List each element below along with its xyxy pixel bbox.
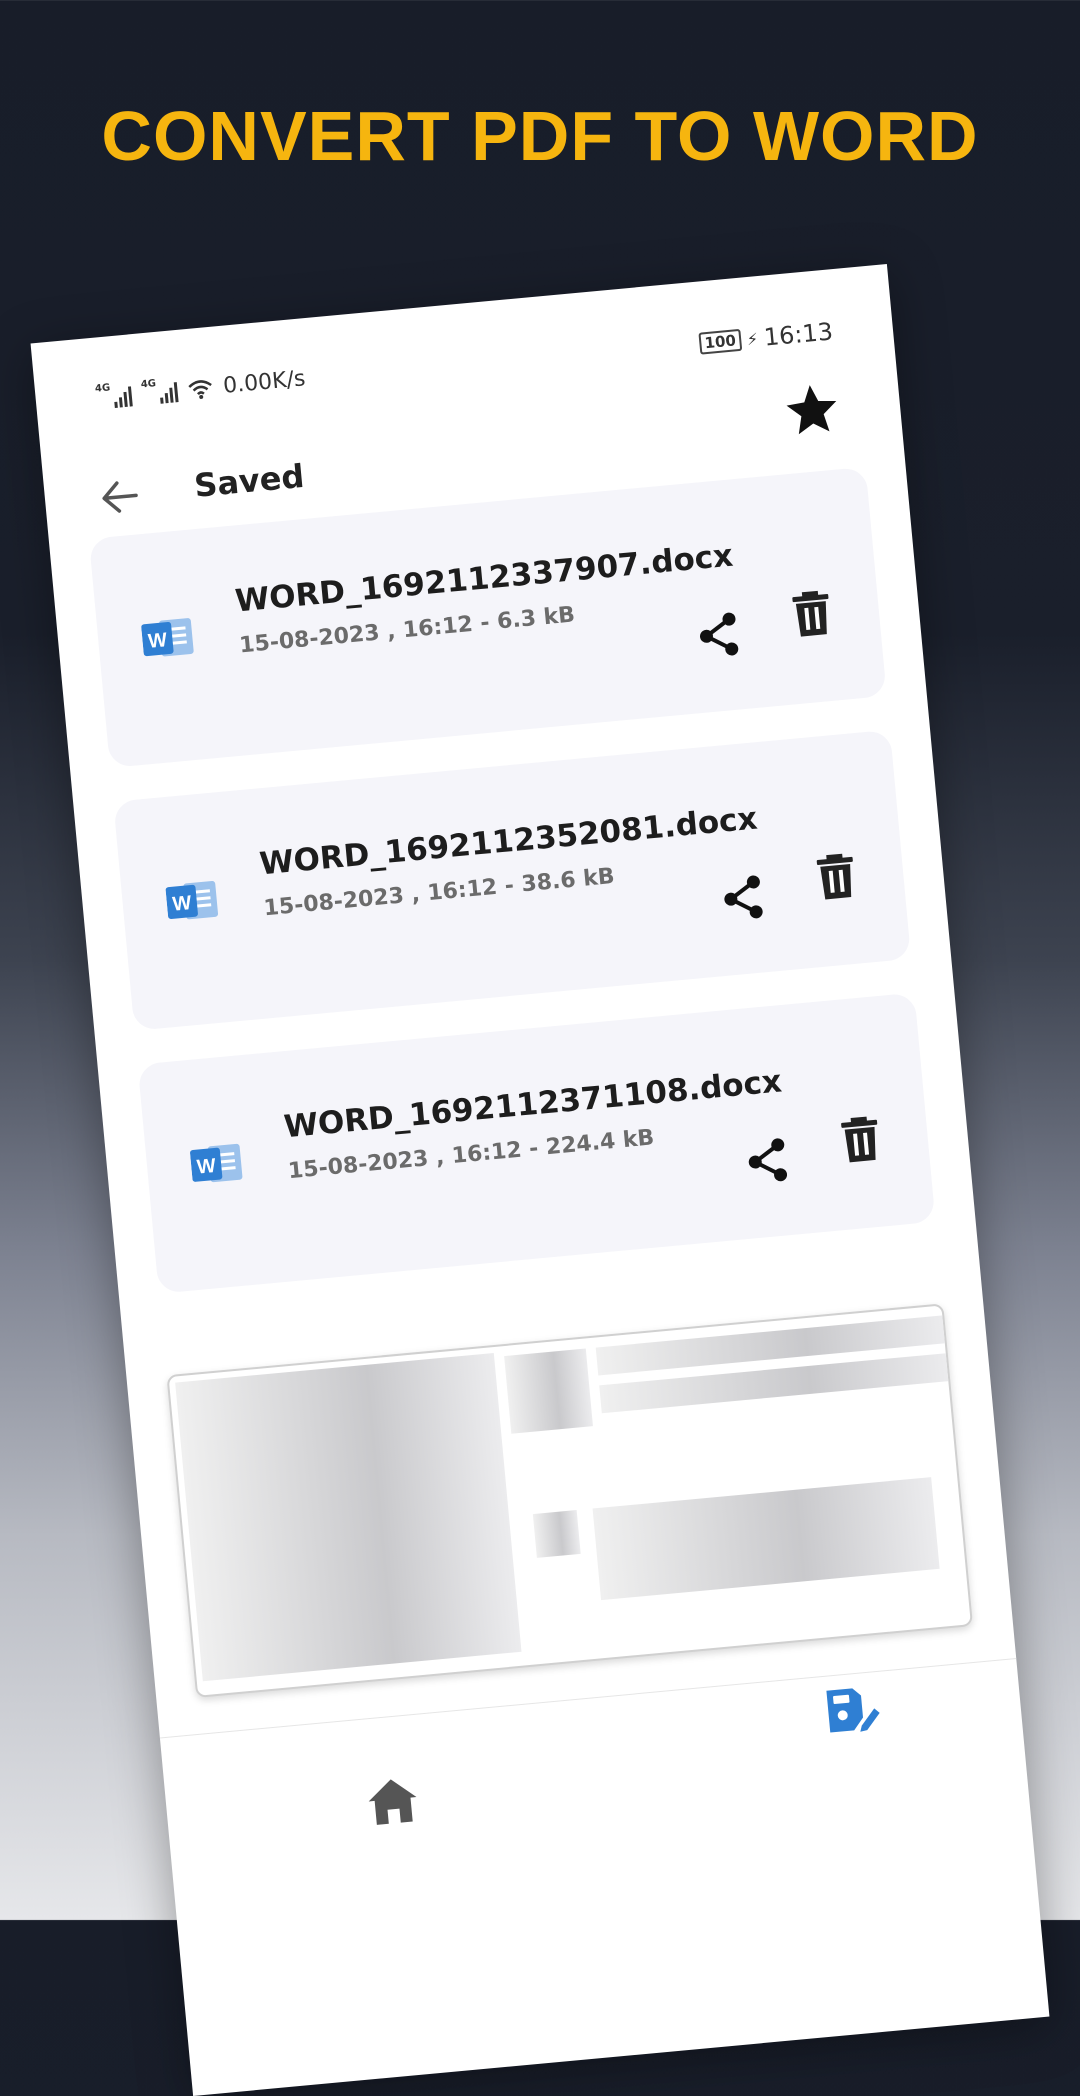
signal-icon-2: 4G xyxy=(140,377,179,405)
word-icon: W xyxy=(165,881,219,920)
trash-icon[interactable] xyxy=(791,589,833,638)
battery-icon: 100 xyxy=(698,328,742,355)
trash-icon[interactable] xyxy=(815,852,857,901)
saved-files-list: W WORD_1692112337907.docx 15-08-2023 , 1… xyxy=(88,466,939,1328)
wifi-icon xyxy=(188,379,212,399)
edit-document-icon[interactable] xyxy=(822,1682,882,1737)
share-icon[interactable] xyxy=(694,609,742,661)
status-left: 4G 4G 0.00K/s xyxy=(94,366,307,410)
ad-icon-placeholder xyxy=(532,1510,581,1558)
word-icon: W xyxy=(141,618,194,657)
file-name: WORD_1692112352081.docx xyxy=(258,800,759,883)
share-icon[interactable] xyxy=(719,872,767,924)
svg-text:W: W xyxy=(147,629,168,653)
promo-headline: CONVERT PDF TO WORD xyxy=(101,97,979,175)
home-icon[interactable] xyxy=(365,1775,421,1828)
network-speed: 0.00K/s xyxy=(222,366,307,399)
network-type-2: 4G xyxy=(140,377,157,390)
star-icon[interactable] xyxy=(782,379,843,440)
svg-text:W: W xyxy=(196,1155,217,1179)
ad-button-placeholder xyxy=(592,1477,940,1601)
word-icon: W xyxy=(190,1143,243,1183)
file-card[interactable]: W WORD_1692112352081.docx 15-08-2023 , 1… xyxy=(113,729,912,1031)
network-type-1: 4G xyxy=(94,381,111,395)
file-name: WORD_1692112371108.docx xyxy=(282,1063,784,1146)
status-right: 100 ⚡ 16:13 xyxy=(698,317,834,357)
phone-screen: 4G 4G 0.00K/s 100 ⚡ 16:13 Saved W WORD_1… xyxy=(30,264,1050,2096)
charging-icon: ⚡ xyxy=(745,328,759,349)
file-card[interactable]: W WORD_1692112371108.docx 15-08-2023 , 1… xyxy=(137,992,936,1294)
clock: 16:13 xyxy=(762,317,835,352)
signal-icon: 4G xyxy=(94,381,133,409)
trash-icon[interactable] xyxy=(840,1115,882,1164)
page-title: Saved xyxy=(192,456,306,505)
ad-thumb-placeholder xyxy=(504,1348,593,1434)
ad-placeholder[interactable] xyxy=(166,1303,974,1698)
svg-text:W: W xyxy=(172,892,193,916)
file-name: WORD_1692112337907.docx xyxy=(233,537,735,620)
ad-image-placeholder xyxy=(175,1353,522,1682)
arrow-left-icon[interactable] xyxy=(99,478,140,515)
share-icon[interactable] xyxy=(743,1135,791,1187)
